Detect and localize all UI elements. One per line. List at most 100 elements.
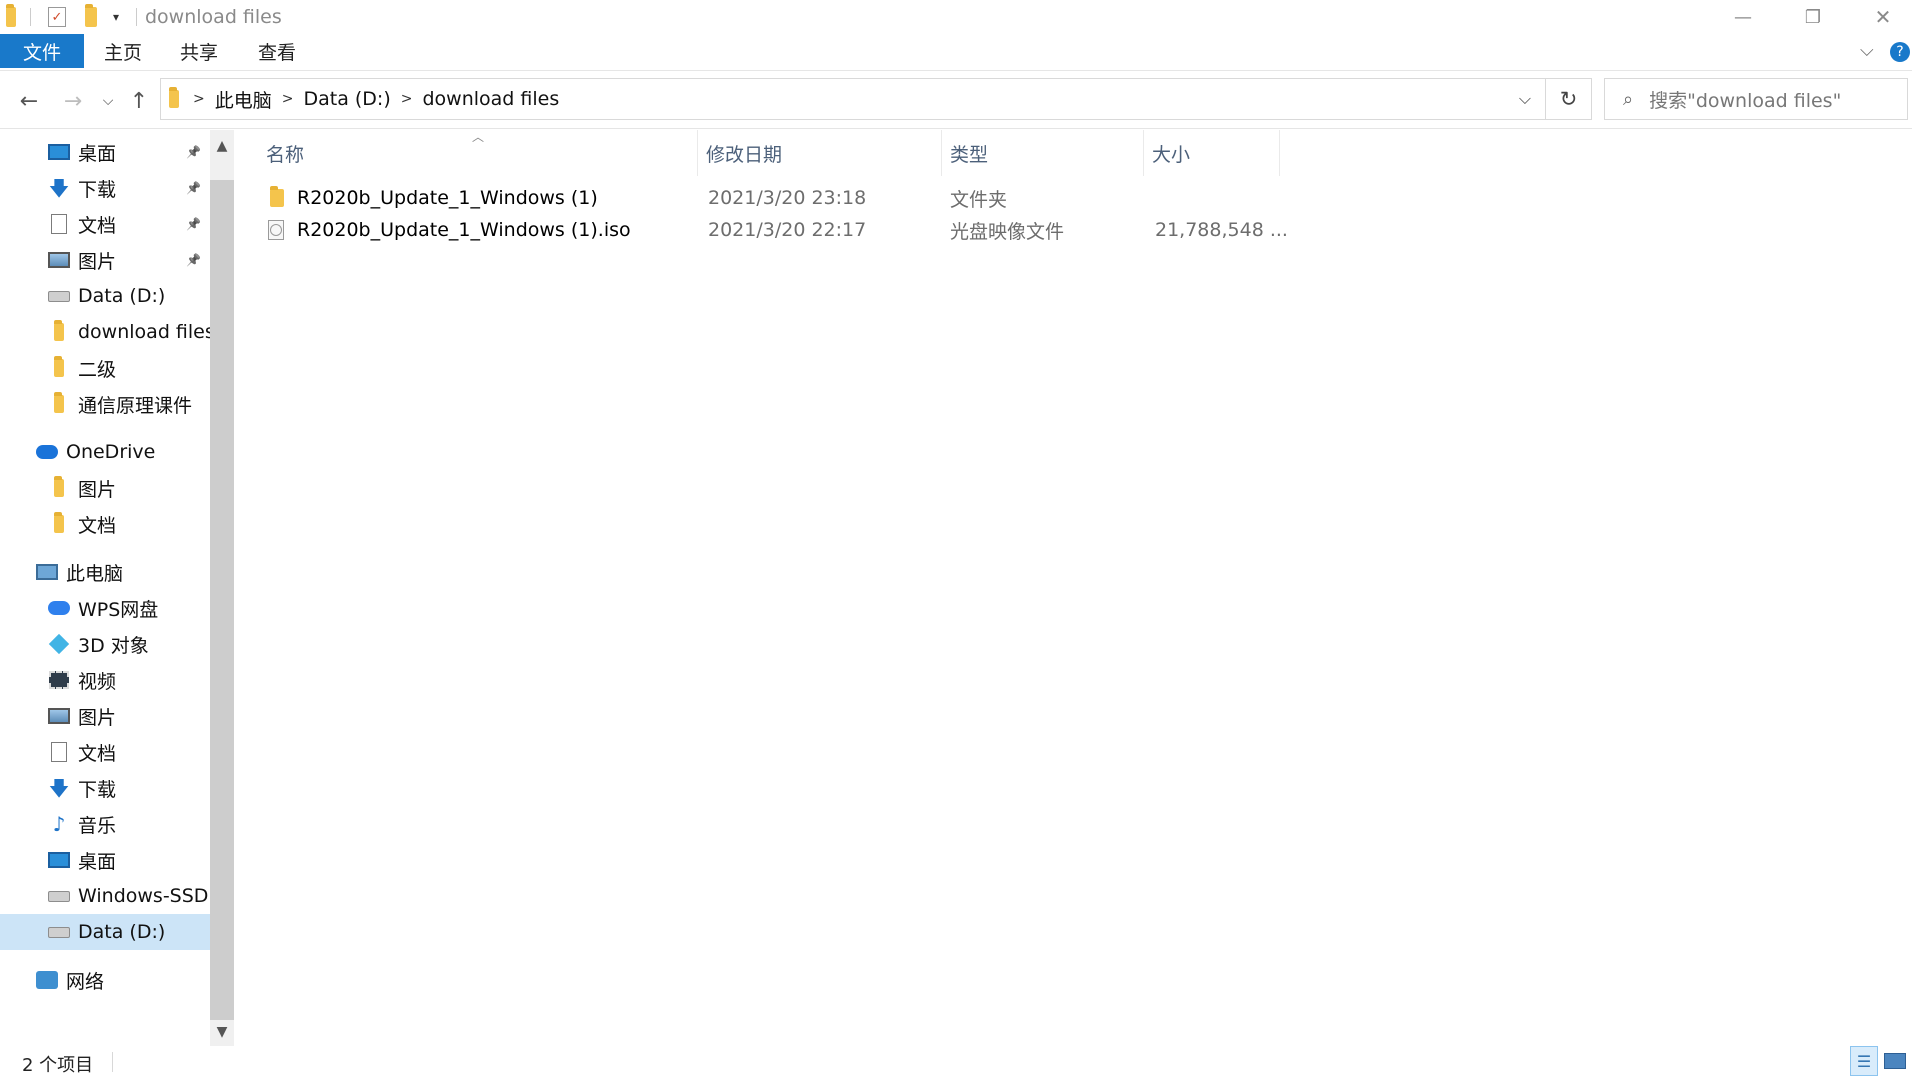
onedrive-icon (36, 442, 58, 462)
sidebar-item[interactable]: 文档 📌 (0, 206, 210, 242)
address-dropdown-icon[interactable]: ⌵ (1519, 89, 1531, 109)
sidebar-item[interactable]: Data (D:) (0, 278, 210, 314)
title-bar (0, 0, 1912, 34)
details-view-icon[interactable]: ☰ (1850, 1046, 1878, 1076)
separator (30, 8, 31, 26)
column-header-date[interactable]: 修改日期 (698, 130, 942, 176)
cloud-icon (48, 598, 70, 618)
file-row[interactable]: R2020b_Update_1_Windows (1).iso 2021/3/2… (262, 214, 1288, 246)
address-bar[interactable]: > 此电脑 > Data (D:) > download files ⌵ (160, 78, 1546, 120)
sidebar-item-label: 视频 (78, 670, 117, 693)
minimize-button[interactable]: — (1708, 0, 1778, 34)
sidebar-item-label: 文档 (78, 514, 117, 537)
file-name: R2020b_Update_1_Windows (1).iso (297, 219, 631, 241)
folder-icon (48, 392, 70, 414)
search-box[interactable]: ⌕ 搜索"download files" (1604, 78, 1908, 120)
breadcrumb-this-pc[interactable]: 此电脑 (215, 86, 272, 113)
file-row[interactable]: R2020b_Update_1_Windows (1) 2021/3/20 23… (262, 182, 1282, 214)
column-header-name[interactable]: 名称 (258, 130, 698, 176)
picture-icon (48, 706, 70, 726)
search-input[interactable]: 搜索"download files" (1649, 86, 1841, 113)
back-button[interactable]: ← (12, 84, 46, 118)
separator (136, 8, 137, 26)
sidebar-item-label: WPS网盘 (78, 598, 159, 621)
chevron-right-icon[interactable]: > (193, 91, 205, 107)
sidebar-item[interactable]: 图片 (0, 470, 210, 506)
tab-view[interactable]: 查看 (258, 34, 296, 68)
file-name: R2020b_Update_1_Windows (1) (297, 187, 598, 209)
sidebar-item-label: 通信原理课件 (78, 394, 193, 417)
tab-home[interactable]: 主页 (104, 34, 142, 68)
sidebar-item-label: 网络 (66, 970, 105, 993)
help-icon[interactable]: ? (1890, 42, 1910, 62)
windows-drive-icon (48, 886, 70, 906)
navigation-pane: 桌面 📌 🡇 下载 📌 文档 📌 图片 📌 Data (D:) download files 二级 通信… (0, 130, 210, 1048)
sidebar-item[interactable]: Data (D:) (0, 914, 210, 950)
folder-icon (270, 182, 284, 214)
sidebar-item[interactable]: 图片 📌 (0, 242, 210, 278)
up-button[interactable]: ↑ (124, 84, 154, 118)
sidebar-item-label: 二级 (78, 358, 117, 381)
breadcrumb-download-files[interactable]: download files (422, 88, 559, 110)
restore-button[interactable]: ❐ (1778, 0, 1848, 34)
scroll-down-icon[interactable]: ▼ (210, 1020, 234, 1044)
sidebar-item-label: 文档 (78, 214, 117, 237)
sidebar-item[interactable]: 视频 (0, 662, 210, 698)
video-icon (48, 670, 70, 690)
sidebar-scroll-thumb[interactable] (210, 180, 234, 1020)
large-icons-view-icon[interactable] (1882, 1046, 1908, 1076)
sidebar-item[interactable]: 桌面 📌 (0, 134, 210, 170)
recent-locations-icon[interactable]: ⌵ (96, 84, 120, 118)
item-count: 2 个项目 (22, 1055, 94, 1076)
picture-icon (48, 250, 70, 270)
sidebar-item[interactable]: download files (0, 314, 210, 350)
sidebar-item[interactable]: WPS网盘 (0, 590, 210, 626)
sidebar-item[interactable]: 网络 (0, 962, 210, 998)
sidebar-item[interactable]: Windows-SSD ( (0, 878, 210, 914)
sidebar-item[interactable]: 桌面 (0, 842, 210, 878)
document-icon (48, 742, 70, 762)
sidebar-item-label: 图片 (78, 478, 117, 501)
sidebar-item[interactable]: 3D 对象 (0, 626, 210, 662)
properties-icon[interactable]: ✓ (46, 6, 68, 28)
sidebar-item[interactable]: 此电脑 (0, 554, 210, 590)
folder-icon (48, 320, 70, 342)
sidebar-item[interactable]: 文档 (0, 734, 210, 770)
sidebar-item-label: Data (D:) (78, 285, 166, 307)
chevron-right-icon[interactable]: > (282, 91, 294, 107)
sidebar-item[interactable]: 🡇 下载 (0, 770, 210, 806)
close-button[interactable]: ✕ (1848, 0, 1912, 34)
new-folder-icon[interactable] (80, 4, 102, 28)
customize-quick-access-icon[interactable]: ▾ (108, 6, 124, 28)
sidebar-item[interactable]: ♪ 音乐 (0, 806, 210, 842)
download-icon: 🡇 (48, 176, 70, 200)
sidebar-item-label: 文档 (78, 742, 117, 765)
column-header-size[interactable]: 大小 (1144, 130, 1280, 176)
tab-share[interactable]: 共享 (180, 34, 218, 68)
breadcrumb-data-drive[interactable]: Data (D:) (303, 88, 390, 110)
sidebar-item-label: Windows-SSD ( (78, 885, 210, 907)
search-icon: ⌕ (1623, 88, 1634, 110)
sidebar-item[interactable]: 二级 (0, 350, 210, 386)
pin-icon: 📌 (186, 181, 201, 195)
sidebar-item-label: 图片 (78, 250, 117, 273)
sidebar-item[interactable]: 🡇 下载 📌 (0, 170, 210, 206)
sidebar-item-label: 下载 (78, 778, 117, 801)
disc-image-icon (268, 214, 284, 246)
sidebar-item[interactable]: 通信原理课件 (0, 386, 210, 422)
forward-button[interactable]: → (56, 84, 90, 118)
folder-icon (6, 4, 16, 28)
status-bar (0, 1046, 1912, 1078)
scroll-up-icon[interactable]: ▲ (210, 134, 234, 158)
tab-file[interactable]: 文件 (0, 34, 84, 68)
window-title: download files (145, 6, 282, 28)
expand-ribbon-icon[interactable]: ⌵ (1860, 40, 1874, 61)
sidebar-item[interactable]: OneDrive (0, 434, 210, 470)
column-header-type[interactable]: 类型 (942, 130, 1144, 176)
desktop-icon (48, 142, 70, 162)
refresh-button[interactable]: ↻ (1546, 78, 1592, 120)
chevron-right-icon[interactable]: > (401, 91, 413, 107)
sidebar-item[interactable]: 文档 (0, 506, 210, 542)
sidebar-item[interactable]: 图片 (0, 698, 210, 734)
file-size: 21,788,548 ... (1155, 219, 1288, 241)
